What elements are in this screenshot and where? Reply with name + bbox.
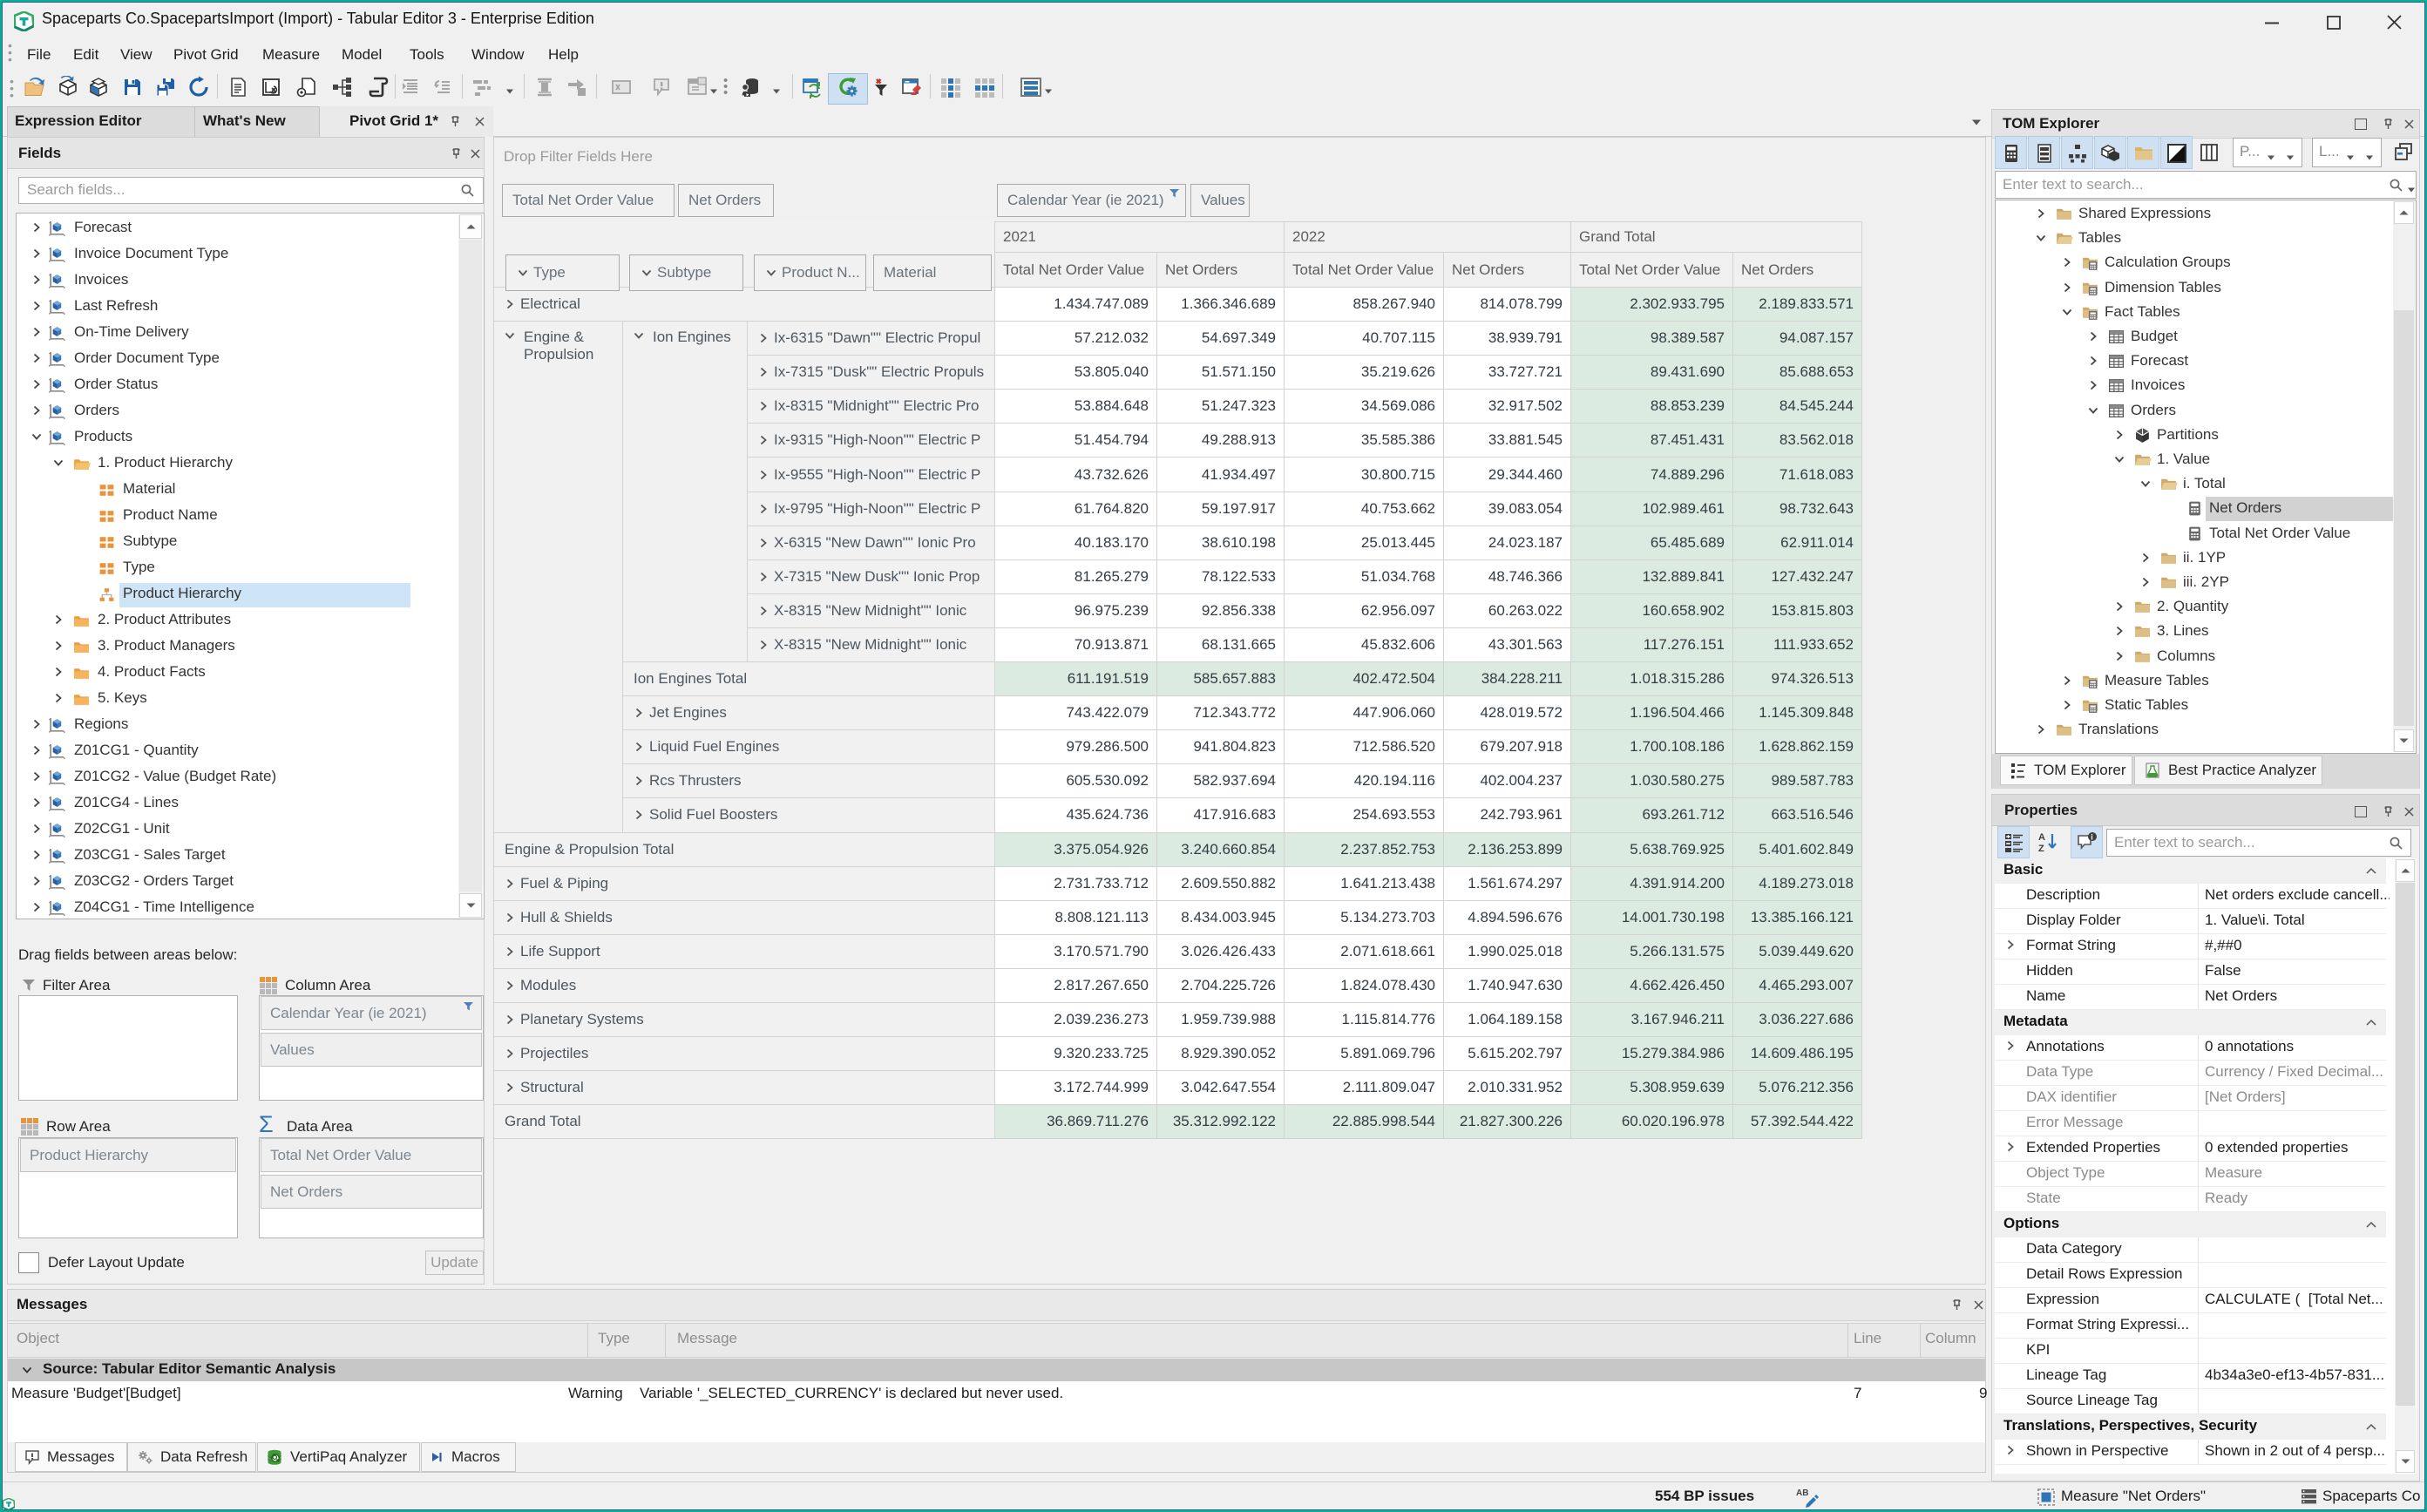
svg-text:AB: AB — [1796, 1488, 1808, 1498]
svg-text:Z: Z — [2038, 844, 2044, 853]
svg-text:i: i — [2091, 832, 2093, 841]
svg-text:A: A — [2038, 832, 2045, 843]
